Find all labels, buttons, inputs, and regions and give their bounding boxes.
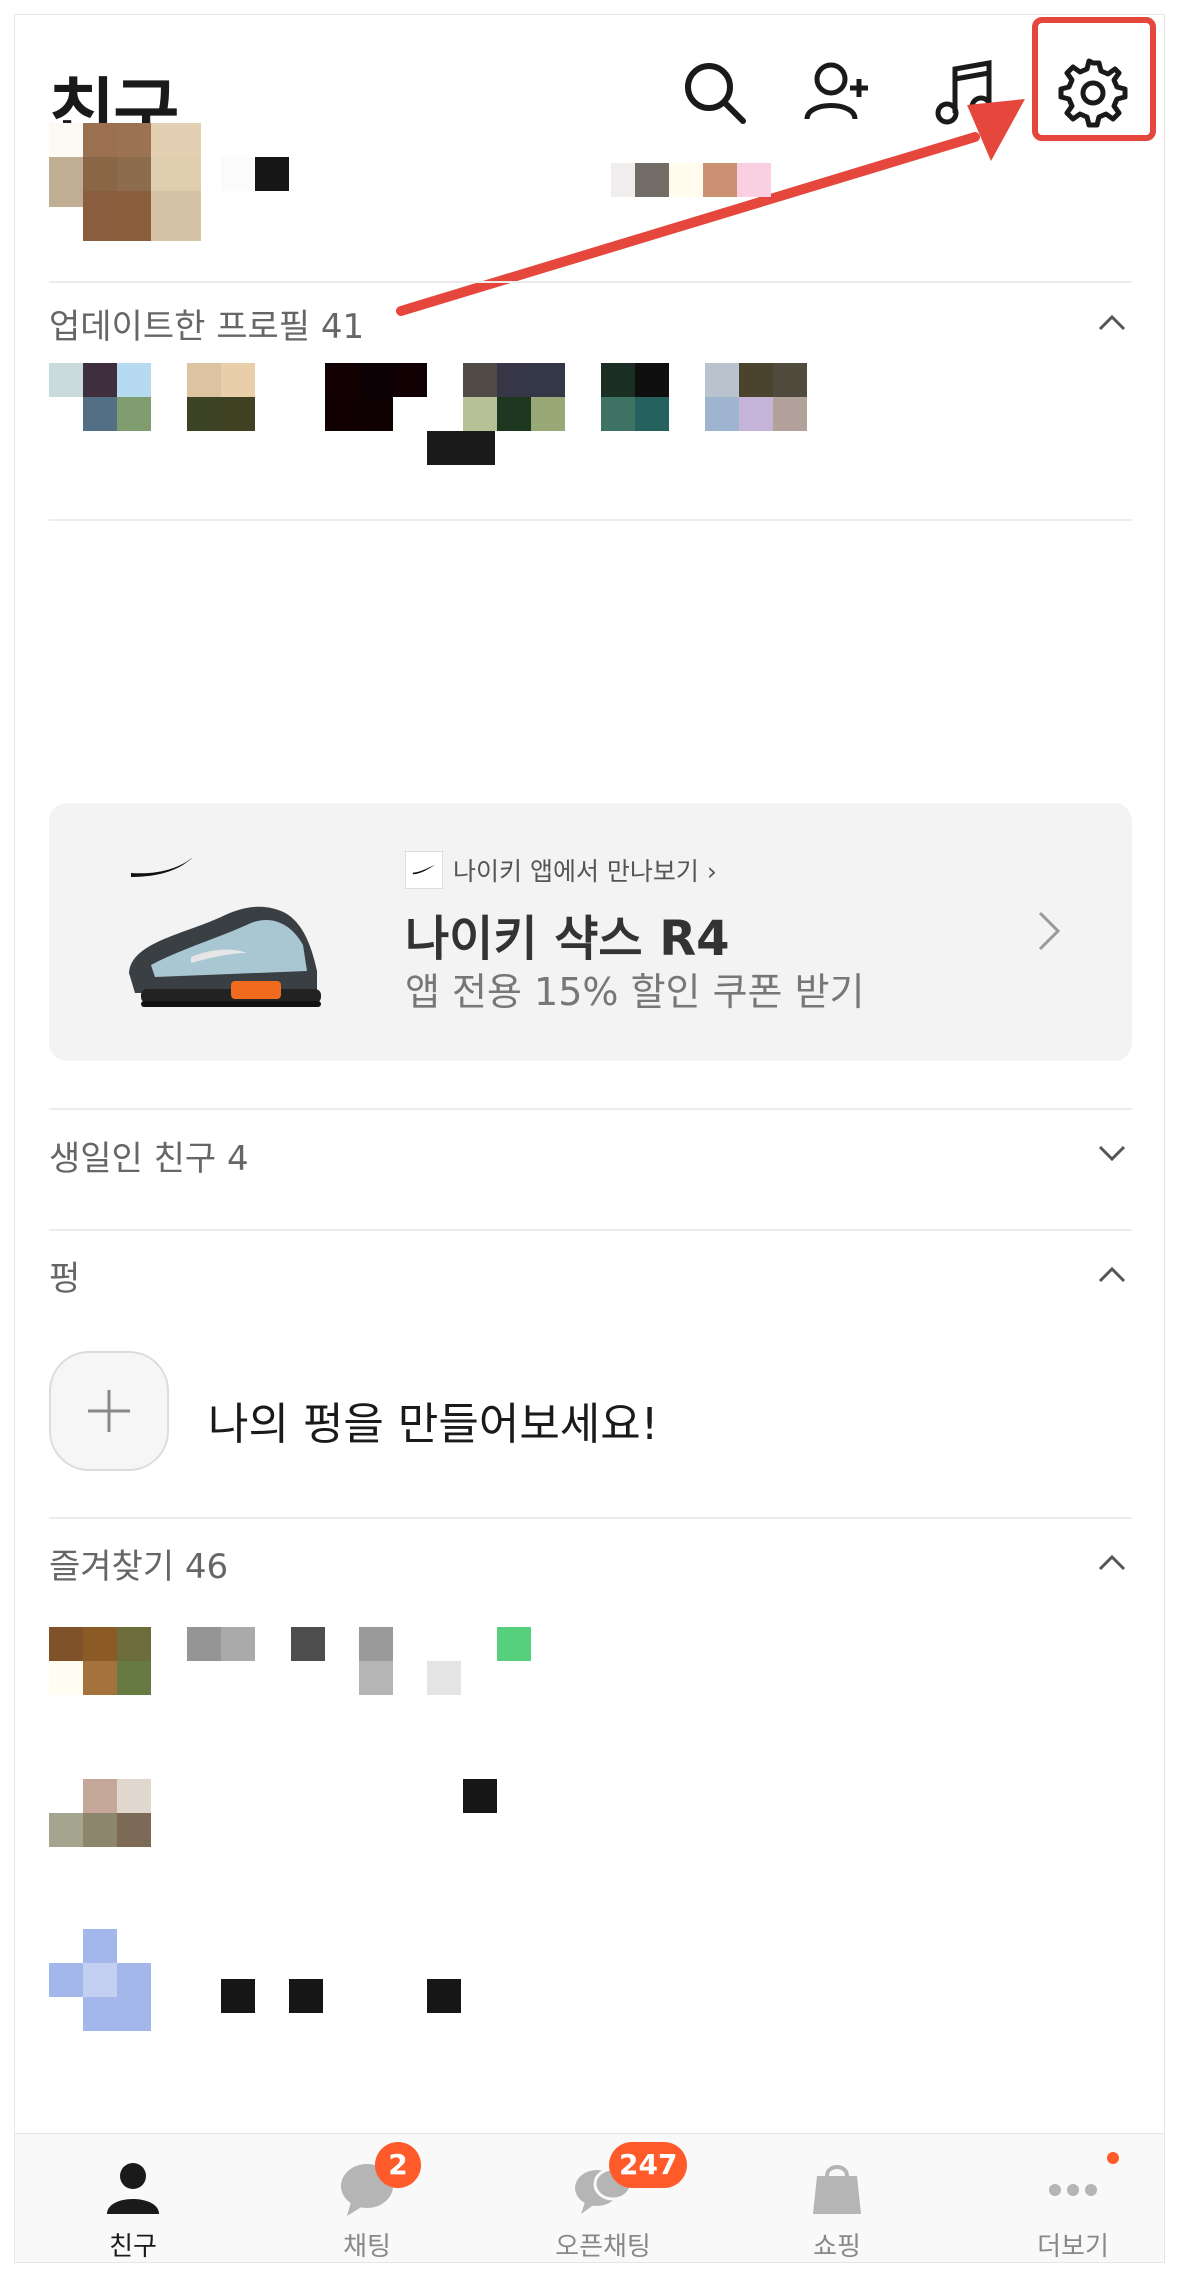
divider: [49, 1517, 1132, 1519]
shopping-bag-icon: [813, 2165, 861, 2214]
sneaker-image: [129, 857, 321, 1007]
ad-small-text: 나이키 앱에서 만나보기 ›: [453, 857, 717, 886]
tab-label: 친구: [109, 2232, 157, 2262]
search-icon[interactable]: [679, 57, 751, 129]
app-window: 친구 업데이트한 프로필 41 나이키 앱에서 만나보기 › 나이키 샥스 R4…: [14, 14, 1165, 2263]
add-friend-icon[interactable]: [801, 57, 873, 129]
nike-logo-icon: [405, 851, 443, 889]
ad-banner[interactable]: 나이키 앱에서 만나보기 › 나이키 샥스 R4 앱 전용 15% 할인 쿠폰 …: [49, 803, 1132, 1061]
tab-friends[interactable]: 친구: [33, 2134, 233, 2262]
chevron-up-icon[interactable]: [1094, 305, 1130, 341]
bottom-tab-bar: 친구 2 채팅 247 오픈채팅 쇼핑 더보기: [15, 2133, 1164, 2262]
birthday-friends-header[interactable]: 생일인 친구 4: [49, 1131, 249, 1180]
ad-title: 나이키 샥스 R4: [405, 911, 730, 967]
plus-icon: [88, 1390, 130, 1432]
pung-prompt[interactable]: 나의 펑을 만들어보세요!: [208, 1388, 658, 1452]
divider: [49, 519, 1132, 521]
tab-shopping[interactable]: 쇼핑: [737, 2134, 937, 2262]
divider: [49, 1229, 1132, 1231]
settings-highlight-box: [1032, 17, 1156, 141]
divider: [49, 281, 1132, 283]
tab-label: 채팅: [343, 2232, 391, 2262]
tab-open-chats[interactable]: 247 오픈채팅: [503, 2134, 703, 2262]
updated-profiles-header[interactable]: 업데이트한 프로필 41: [49, 299, 364, 348]
tab-chats[interactable]: 2 채팅: [267, 2134, 467, 2262]
music-icon[interactable]: [931, 57, 1003, 129]
tab-label: 쇼핑: [813, 2232, 861, 2262]
chevron-up-icon[interactable]: [1094, 1545, 1130, 1581]
add-pung-button[interactable]: [49, 1351, 169, 1471]
favorites-header[interactable]: 즐겨찾기 46: [49, 1539, 228, 1588]
more-dots-icon: [1049, 2184, 1097, 2196]
pung-header[interactable]: 펑: [49, 1251, 80, 1300]
chevron-right-icon[interactable]: [1028, 907, 1068, 955]
tab-label: 더보기: [1037, 2232, 1109, 2262]
ad-app-link[interactable]: 나이키 앱에서 만나보기 ›: [405, 851, 717, 889]
person-icon: [107, 2163, 159, 2214]
new-indicator-dot: [1107, 2152, 1119, 2164]
tab-more[interactable]: 더보기: [973, 2134, 1164, 2262]
tab-label: 오픈채팅: [555, 2232, 651, 2262]
chevron-up-icon[interactable]: [1094, 1257, 1130, 1293]
open-chats-unread-badge: 247: [609, 2142, 688, 2188]
ad-subtitle: 앱 전용 15% 할인 쿠폰 받기: [405, 970, 865, 1014]
divider: [49, 1108, 1132, 1110]
chevron-down-icon[interactable]: [1094, 1135, 1130, 1171]
chats-unread-badge: 2: [375, 2142, 421, 2188]
